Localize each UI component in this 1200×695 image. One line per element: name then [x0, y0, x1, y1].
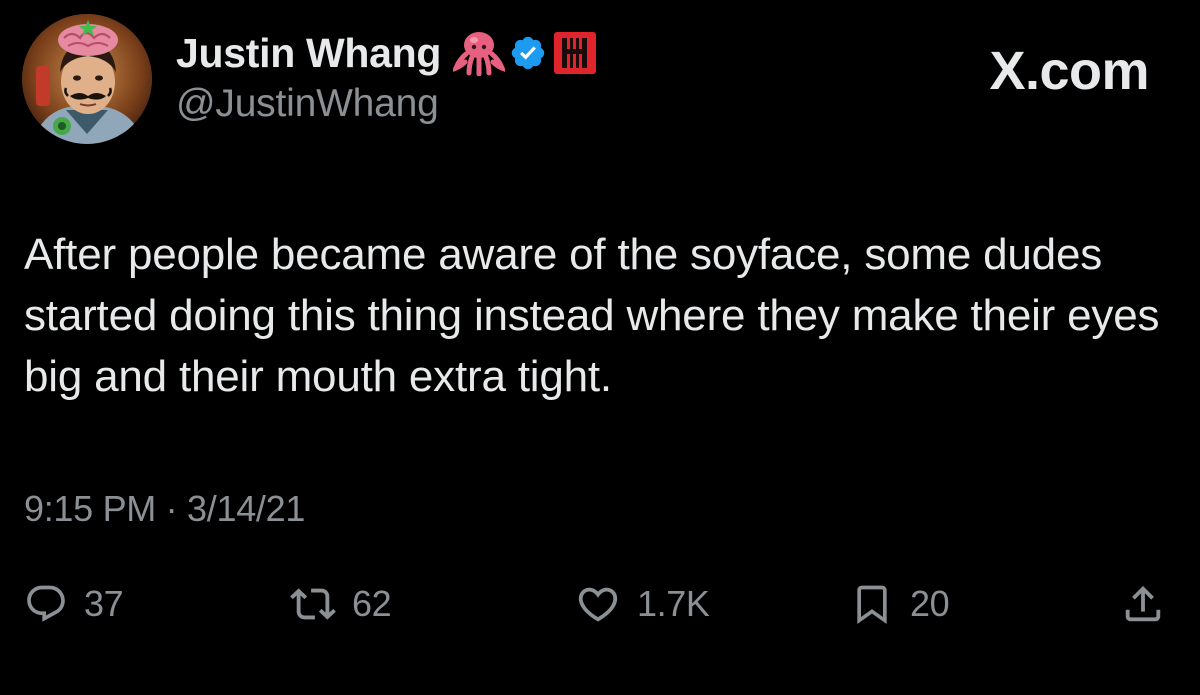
- octopus-icon: [453, 32, 506, 76]
- avatar-image: [22, 14, 152, 144]
- bookmark-icon: [857, 585, 887, 625]
- like-button[interactable]: 1.7K: [575, 578, 710, 630]
- tweet-text: After people became aware of the soyface…: [24, 230, 1160, 401]
- avatar[interactable]: [22, 14, 152, 144]
- affiliate-badge-icon[interactable]: [553, 31, 597, 75]
- author-name-row: Justin Whang: [176, 26, 597, 80]
- bookmark-button[interactable]: 20: [850, 578, 950, 630]
- bookmark-count: 20: [910, 583, 950, 624]
- like-count: 1.7K: [637, 583, 710, 624]
- reply-count: 37: [84, 583, 124, 624]
- tweet-timestamp[interactable]: 9:15 PM · 3/14/21: [24, 488, 305, 530]
- retweet-icon: [290, 588, 336, 620]
- retweet-count: 62: [352, 583, 392, 624]
- share-icon: [1125, 585, 1161, 622]
- author-handle[interactable]: @JustinWhang: [176, 82, 439, 126]
- heart-icon: [578, 587, 618, 622]
- reply-icon: [27, 585, 65, 622]
- author-name[interactable]: Justin Whang: [176, 30, 441, 77]
- reply-button[interactable]: 37: [24, 578, 124, 630]
- retweet-button[interactable]: 62: [290, 578, 392, 630]
- share-button[interactable]: [1120, 578, 1166, 630]
- tweet-card: Justin Whang @JustinWhang X.com After pe…: [0, 0, 1200, 695]
- verified-icon[interactable]: [509, 34, 547, 72]
- brand-watermark: X.com: [989, 41, 1149, 101]
